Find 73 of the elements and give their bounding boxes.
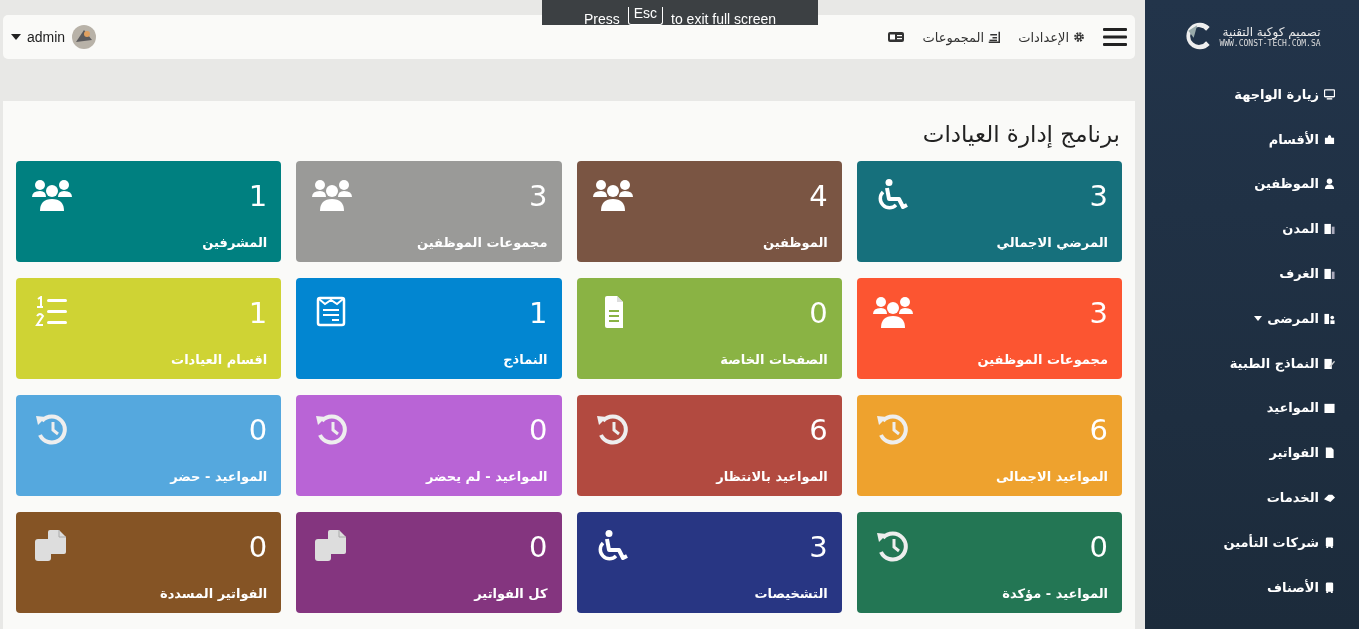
- stat-count: 4: [809, 179, 828, 213]
- nav-link[interactable]: الإعدادات: [1018, 29, 1085, 45]
- logo-url: WWW.CONST-TECH.COM.SA: [1219, 38, 1321, 48]
- sidebar-item[interactable]: الفواتير: [1145, 430, 1359, 476]
- users-icon: [32, 179, 72, 211]
- stat-label: مجموعات الموظفين: [417, 235, 548, 250]
- stat-label: المواعيد - حضر: [170, 469, 268, 484]
- sidebar-item[interactable]: المرضى: [1145, 296, 1359, 341]
- stat-label: كل الفواتير: [474, 586, 548, 601]
- stat-label: الموظفين: [762, 235, 828, 250]
- bus-icon: [1324, 536, 1335, 548]
- bus-icon: [1324, 581, 1335, 593]
- stat-count: 0: [529, 530, 548, 564]
- stat-label: المواعيد - لم يحضر: [425, 469, 548, 484]
- stat-count: 6: [1089, 413, 1108, 447]
- caret-icon[interactable]: [11, 34, 21, 40]
- stat-count: 0: [809, 296, 828, 330]
- stat-label: الفواتير المسددة: [160, 586, 268, 601]
- stat-count: 0: [248, 530, 268, 564]
- menu-icon[interactable]: [1103, 27, 1127, 47]
- stat-label: مجموعات الموظفين: [977, 352, 1108, 367]
- stat-label: اقسام العيادات: [171, 352, 268, 367]
- stat-count: 1: [248, 179, 268, 213]
- users-icon: [312, 179, 353, 211]
- stat-count: 1: [529, 296, 548, 330]
- stat-count: 3: [529, 179, 548, 213]
- monitor-icon: [1324, 88, 1335, 100]
- calendar-icon: [1324, 402, 1335, 414]
- user-icon: [1324, 178, 1335, 190]
- stat-label: المشرفين: [202, 235, 268, 250]
- stat-count: 3: [1089, 296, 1108, 330]
- sidebar-item[interactable]: المدن: [1145, 206, 1359, 252]
- stat-label: المرضي الاجمالي: [996, 235, 1108, 250]
- stat-count: 0: [248, 413, 268, 447]
- nav-link[interactable]: المجموعات: [922, 29, 1001, 45]
- sidebar-item[interactable]: النماذج الطبية: [1145, 340, 1359, 386]
- stat-label: المواعيد الاجمالى: [995, 469, 1108, 484]
- id-card-icon[interactable]: [888, 31, 905, 43]
- patient-icon: [1324, 312, 1335, 324]
- sidebar-item[interactable]: الأصناف: [1145, 564, 1359, 610]
- stat-count: 3: [1089, 179, 1108, 213]
- sidebar-item[interactable]: زيارة الواجهة: [1145, 72, 1359, 117]
- stat-count: 1: [248, 296, 268, 330]
- bar-chart-icon: [988, 31, 1001, 43]
- avatar-icon[interactable]: [71, 24, 98, 50]
- sidebar-item[interactable]: الغرف: [1145, 251, 1359, 296]
- stat-count: 0: [1089, 530, 1108, 564]
- sidebar-item[interactable]: الأقسام: [1145, 116, 1359, 162]
- key-cap: Esc: [627, 7, 664, 25]
- stat-label: المواعيد بالانتظار: [716, 469, 828, 484]
- file-icon: [1324, 447, 1335, 459]
- building-icon: [1324, 223, 1335, 235]
- users-icon: [592, 179, 633, 211]
- stat-label: المواعيد - مؤكدة: [1002, 586, 1108, 601]
- stat-count: 3: [809, 530, 828, 564]
- page-title: برنامج إدارة العيادات: [921, 121, 1120, 147]
- notice-text: to exit full screen: [671, 13, 777, 25]
- sidebar-item[interactable]: الخدمات: [1145, 475, 1359, 520]
- username-link[interactable]: admin: [27, 29, 66, 45]
- logo-name: تصميم كوكبة التقنية: [1222, 24, 1321, 39]
- sidebar-item[interactable]: الموظفين: [1145, 161, 1359, 207]
- settings-icon: [1073, 31, 1085, 43]
- sidebar-item[interactable]: شركات التأمين: [1145, 519, 1359, 565]
- stat-label: التشخيصات: [754, 586, 828, 601]
- building-icon: [1324, 268, 1335, 280]
- stat-label: الصفحات الخاصة: [720, 352, 828, 367]
- users-icon: [872, 296, 913, 328]
- stat-count: 6: [809, 413, 828, 447]
- stat-label: النماذج: [503, 352, 548, 367]
- stat-count: 0: [529, 413, 548, 447]
- sidebar-item[interactable]: المواعيد: [1145, 385, 1359, 431]
- edit-icon: [1324, 357, 1335, 369]
- notice-text: Press: [583, 13, 620, 25]
